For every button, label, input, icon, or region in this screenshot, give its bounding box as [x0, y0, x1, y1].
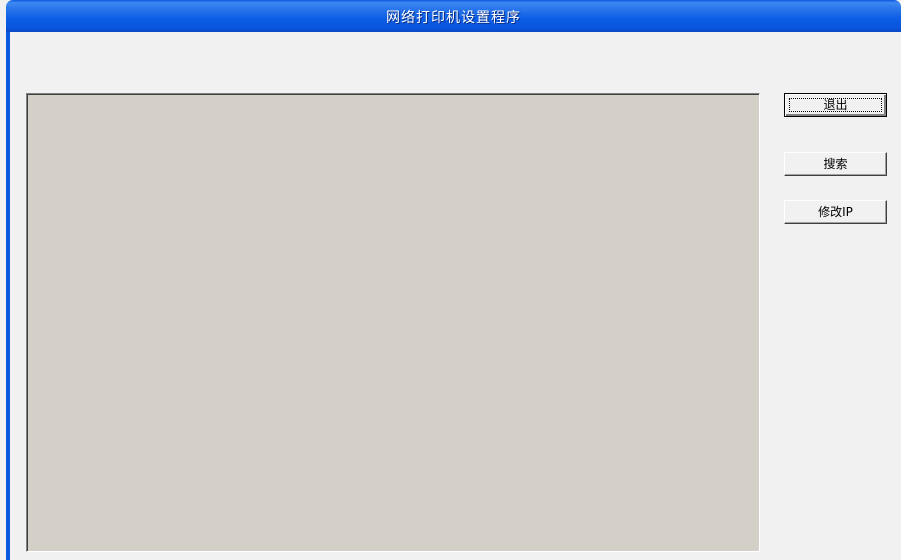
client-area: 退出 搜索 修改IP: [10, 32, 901, 560]
search-button-label: 搜索: [823, 157, 848, 171]
window-title: 网络打印机设置程序: [386, 10, 521, 26]
printer-list-panel[interactable]: [26, 93, 760, 552]
exit-button-label: 退出: [823, 98, 848, 112]
modify-ip-button-label: 修改IP: [818, 205, 853, 219]
app-window: 网络打印机设置程序 退出 搜索 修改IP: [0, 0, 901, 560]
search-button[interactable]: 搜索: [784, 152, 887, 176]
modify-ip-button[interactable]: 修改IP: [784, 200, 887, 224]
exit-button[interactable]: 退出: [784, 93, 887, 117]
title-bar[interactable]: 网络打印机设置程序: [6, 0, 901, 32]
